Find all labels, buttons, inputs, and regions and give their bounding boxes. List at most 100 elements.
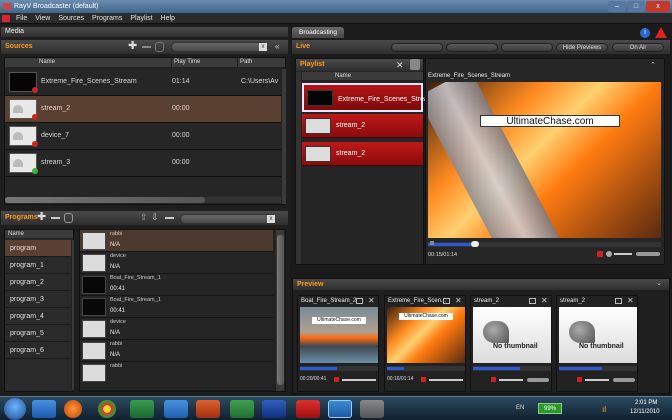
preview-volume-icon[interactable]: [577, 377, 582, 382]
language-indicator[interactable]: EN: [516, 405, 524, 411]
live-toolbar-button-3[interactable]: [501, 43, 553, 52]
minimize-button[interactable]: –: [608, 1, 626, 12]
menu-playlist[interactable]: Playlist: [126, 13, 156, 24]
taskbar-firefox-icon[interactable]: [64, 400, 82, 418]
player-extra-slider[interactable]: [636, 252, 660, 256]
close-preview-icon[interactable]: ✕: [455, 296, 462, 305]
preview-extra-slider[interactable]: [613, 378, 635, 382]
player-video[interactable]: UltimateChase.com: [428, 82, 661, 238]
live-toolbar-button-2[interactable]: [446, 43, 498, 52]
segment-item[interactable]: Boat_Fire_Stream_1 00:41: [80, 296, 273, 318]
tab-broadcasting[interactable]: Broadcasting: [292, 27, 344, 38]
program-item[interactable]: program_3: [5, 291, 71, 308]
live-toolbar-button-1[interactable]: [391, 43, 443, 52]
preview-card[interactable]: stream_2 ✕ No thumbnail: [470, 295, 552, 392]
segment-item-selected[interactable]: rabbi N/A: [80, 230, 273, 252]
preview-extra-slider[interactable]: [527, 378, 549, 382]
preview-seek-bar[interactable]: [559, 366, 637, 371]
segment-item[interactable]: rabbi: [80, 362, 273, 391]
preview-volume-slider[interactable]: [585, 379, 609, 381]
preview-collapse-icon[interactable]: ⌄: [656, 279, 662, 287]
preview-volume-slider[interactable]: [499, 379, 523, 381]
program-list-scrollbar[interactable]: [71, 240, 74, 390]
taskbar-misc-icon[interactable]: [360, 400, 384, 418]
preview-video[interactable]: UltimateChase.com: [387, 307, 465, 363]
source-settings-icon[interactable]: [155, 42, 164, 52]
collapse-left-icon[interactable]: «: [275, 42, 279, 51]
col-name[interactable]: Name: [39, 58, 55, 67]
player-seek-bar[interactable]: [428, 241, 661, 247]
info-icon[interactable]: i: [640, 28, 650, 38]
playlist-item[interactable]: stream_2: [302, 114, 423, 138]
program-item[interactable]: program_5: [5, 325, 71, 342]
segments-scrollbar[interactable]: [275, 230, 284, 391]
program-item[interactable]: program_6: [5, 342, 71, 359]
monitor-icon[interactable]: [443, 298, 450, 304]
col-path[interactable]: Path: [237, 58, 252, 67]
source-row[interactable]: Extreme_Fire_Scenes_Stream 01:14 C:\User…: [5, 69, 281, 96]
on-air-button[interactable]: On Air: [612, 43, 664, 52]
close-button[interactable]: x: [646, 1, 670, 12]
add-program-icon[interactable]: ✚: [37, 212, 46, 223]
playlist-col-name[interactable]: Name: [335, 72, 351, 81]
preview-video[interactable]: UltimateChase.com: [300, 307, 378, 363]
source-row[interactable]: stream_3 00:00: [5, 150, 281, 177]
preview-seek-bar[interactable]: [300, 366, 378, 371]
taskbar-powerpoint-icon[interactable]: [196, 400, 220, 418]
col-play-time[interactable]: Play Time: [171, 58, 200, 67]
program-item[interactable]: program_4: [5, 308, 71, 325]
warning-icon[interactable]: [655, 27, 667, 38]
battery-indicator[interactable]: 99%: [538, 403, 562, 414]
taskbar-chrome-icon[interactable]: [98, 400, 116, 418]
stop-icon[interactable]: [430, 241, 434, 245]
monitor-icon[interactable]: [529, 298, 536, 304]
close-preview-icon[interactable]: ✕: [541, 296, 548, 305]
program-settings-icon[interactable]: [64, 213, 73, 223]
preview-card[interactable]: stream_2 ✕ No thumbnail: [556, 295, 638, 392]
preview-card[interactable]: Extreme_Fire_Scen... ✕ UltimateChase.com…: [384, 295, 466, 392]
program-col-name[interactable]: Name: [8, 231, 24, 237]
network-icon[interactable]: ıl: [602, 405, 606, 414]
program-item[interactable]: program_1: [5, 257, 71, 274]
hide-previews-button[interactable]: Hide Previews: [556, 43, 608, 52]
menu-sources[interactable]: Sources: [54, 13, 88, 24]
preview-video[interactable]: No thumbnail: [559, 307, 637, 363]
clock-time[interactable]: 2:01 PM: [635, 400, 657, 406]
remove-program-icon[interactable]: [51, 217, 60, 219]
volume-knob[interactable]: [606, 251, 612, 257]
source-row-selected[interactable]: stream_2 00:00: [5, 96, 281, 123]
preview-volume-icon[interactable]: [491, 377, 496, 382]
sources-search-input[interactable]: [171, 42, 268, 52]
monitor-icon[interactable]: [356, 298, 363, 304]
playlist-lock-icon[interactable]: [410, 59, 420, 70]
preview-volume-icon[interactable]: [334, 377, 339, 382]
menu-view[interactable]: View: [31, 13, 54, 24]
sources-hscrollbar[interactable]: [5, 197, 281, 203]
start-button[interactable]: [4, 398, 26, 420]
clock-date[interactable]: 12/11/2010: [630, 409, 660, 415]
preview-seek-bar[interactable]: [387, 366, 465, 371]
sources-scrollbar[interactable]: [281, 69, 286, 204]
playlist-item-active[interactable]: Extreme_Fire_Scenes_Stream: [302, 83, 434, 112]
segment-item[interactable]: Boat_Fire_Stream_1 00:41: [80, 274, 273, 296]
segment-item[interactable]: device N/A: [80, 318, 273, 340]
source-row[interactable]: device_7 00:00: [5, 123, 281, 150]
player-seek-handle[interactable]: [470, 241, 479, 247]
taskbar-app-icon[interactable]: [130, 400, 154, 418]
taskbar-gmail-icon[interactable]: [296, 400, 320, 418]
preview-seek-bar[interactable]: [473, 366, 551, 371]
menu-help[interactable]: Help: [157, 13, 179, 24]
volume-slider[interactable]: [614, 253, 632, 255]
move-down-icon[interactable]: ⇩: [151, 212, 159, 223]
player-collapse-icon[interactable]: ⌃: [650, 61, 656, 69]
remove-segment-icon[interactable]: [165, 217, 174, 219]
segment-item[interactable]: rabbi N/A: [80, 340, 273, 362]
program-item[interactable]: program_2: [5, 274, 71, 291]
volume-icon[interactable]: [597, 251, 603, 257]
preview-volume-slider[interactable]: [429, 379, 463, 381]
close-preview-icon[interactable]: ✕: [368, 296, 375, 305]
maximize-button[interactable]: □: [627, 1, 645, 12]
add-source-icon[interactable]: ✚: [128, 41, 137, 52]
clear-program-search-icon[interactable]: x: [267, 215, 275, 223]
taskbar-word-icon[interactable]: [262, 400, 286, 418]
